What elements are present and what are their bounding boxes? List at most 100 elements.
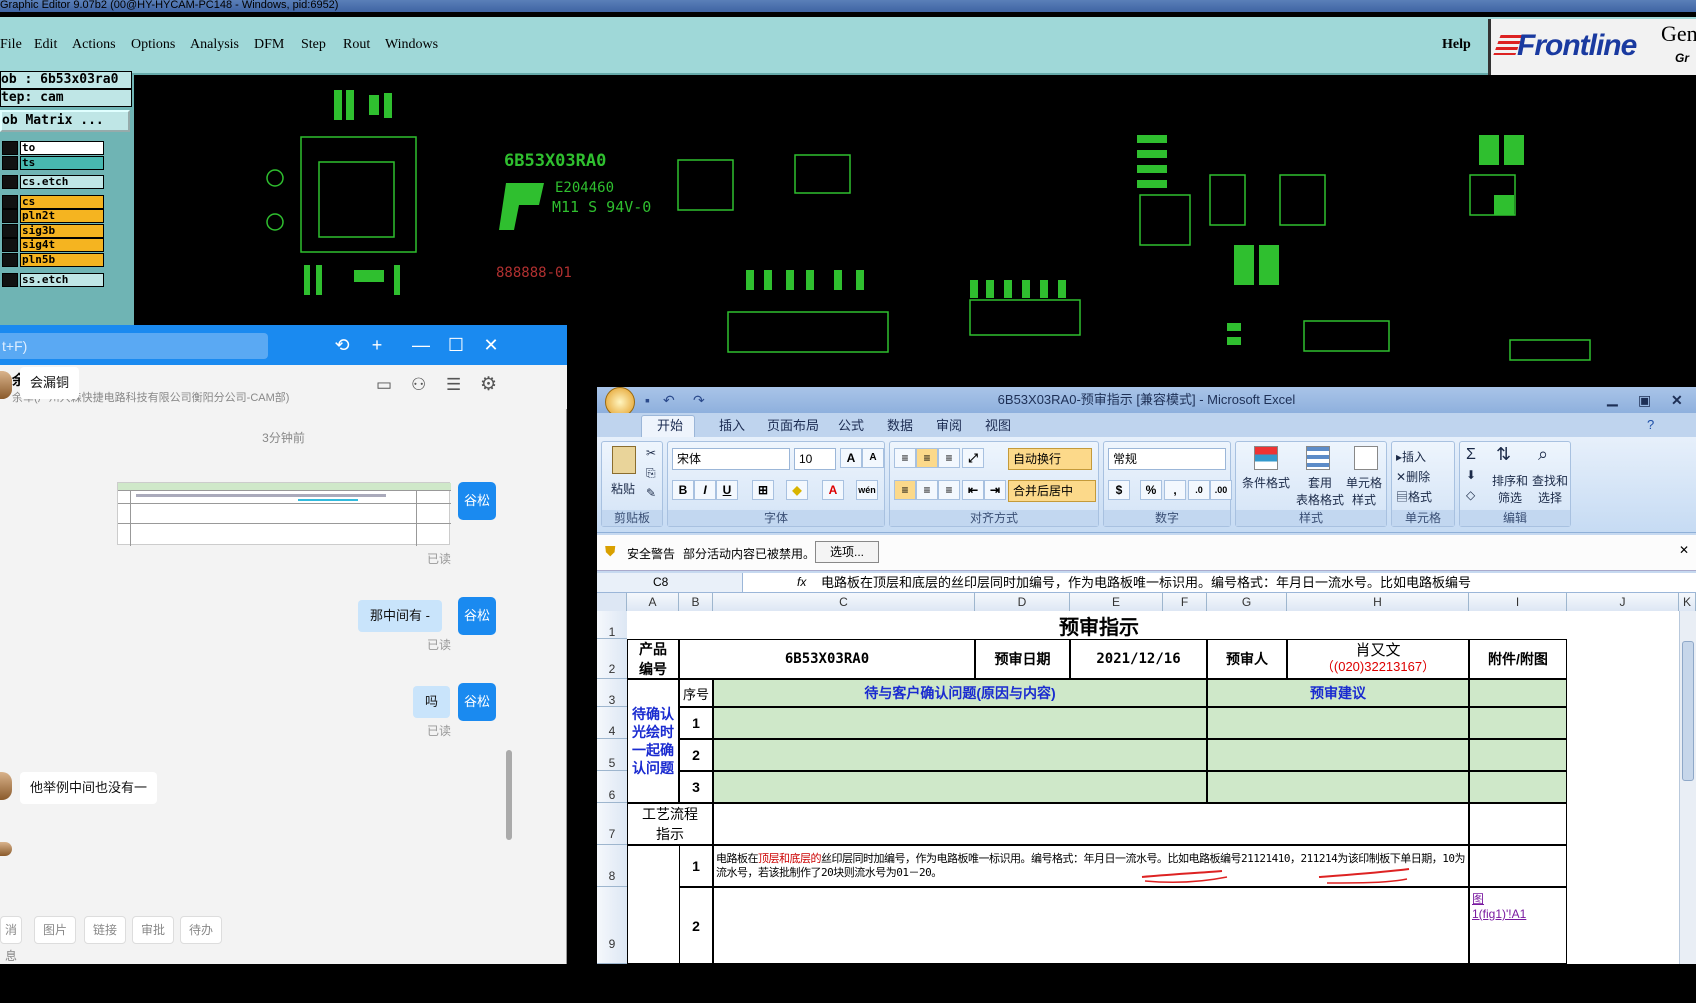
search-history-icon[interactable]: ☰ [446, 375, 461, 395]
menu-windows[interactable]: Windows [385, 37, 438, 53]
tab-home[interactable]: 开始 [657, 416, 683, 436]
my-avatar[interactable]: 谷松 [458, 597, 496, 635]
scroll-thumb[interactable] [1682, 641, 1694, 781]
close-icon[interactable]: ✕ [1671, 387, 1683, 413]
autosum-icon[interactable]: Σ [1466, 446, 1476, 464]
maximize-icon[interactable]: ☐ [441, 331, 471, 359]
fill-icon[interactable]: ⬇ [1466, 468, 1476, 482]
align-right-icon[interactable]: ≡ [938, 480, 960, 500]
close-warning-icon[interactable]: ✕ [1679, 543, 1689, 557]
layer-affected-toggle[interactable] [2, 156, 18, 170]
settings-icon[interactable]: ⚙ [480, 373, 497, 396]
chat-search-input[interactable]: t+F) [0, 333, 268, 359]
folder-icon[interactable]: ▭ [376, 375, 392, 395]
currency-icon[interactable]: $ [1108, 480, 1130, 500]
tab-view[interactable]: 视图 [985, 416, 1011, 436]
increase-decimal-icon[interactable]: .0 [1188, 480, 1210, 500]
conditional-format-button[interactable]: 条件格式 [1242, 474, 1290, 491]
layer-affected-toggle[interactable] [2, 209, 18, 223]
clear-icon[interactable]: ◇ [1466, 488, 1475, 502]
layer-affected-toggle[interactable] [2, 238, 18, 252]
toolbar-messages[interactable]: 消息 [0, 916, 22, 963]
layer-affected-toggle[interactable] [2, 224, 18, 238]
job-matrix-button[interactable]: ob Matrix ... [0, 110, 130, 132]
delete-cells-button[interactable]: ✕删除 [1396, 468, 1430, 485]
align-left-icon[interactable]: ≡ [894, 480, 916, 500]
layer-item[interactable]: ss.etch [20, 273, 104, 287]
minimize-icon[interactable]: — [406, 331, 436, 359]
font-size-select[interactable]: 10 [794, 448, 836, 470]
number-format-select[interactable]: 常规 [1108, 448, 1226, 470]
layer-affected-toggle[interactable] [2, 273, 18, 287]
add-icon[interactable]: + [362, 331, 392, 359]
decrease-indent-icon[interactable]: ⇤ [962, 480, 984, 500]
menu-rout[interactable]: Rout [343, 37, 370, 53]
insert-cells-button[interactable]: ▸插入 [1396, 448, 1426, 465]
copy-icon[interactable]: ⎘ [646, 466, 656, 481]
layer-item[interactable]: sig3b [20, 224, 104, 238]
layer-affected-toggle[interactable] [2, 175, 18, 189]
shrink-font-icon[interactable]: A [862, 448, 884, 468]
font-color-icon[interactable]: A [822, 480, 844, 500]
sort-filter-button[interactable]: 排序和 筛选 [1492, 472, 1528, 506]
history-icon[interactable]: ⟲ [327, 331, 357, 359]
format-painter-icon[interactable]: ✎ [646, 486, 656, 500]
menu-file[interactable]: File [0, 37, 22, 53]
toolbar-todo[interactable]: 待办 [180, 916, 222, 944]
menu-analysis[interactable]: Analysis [190, 37, 239, 53]
toolbar-links[interactable]: 链接 [84, 916, 126, 944]
tab-insert[interactable]: 插入 [719, 416, 745, 436]
bold-button[interactable]: B [672, 480, 694, 500]
decrease-decimal-icon[interactable]: .00 [1210, 480, 1232, 500]
tab-formulas[interactable]: 公式 [838, 416, 864, 436]
tab-data[interactable]: 数据 [887, 416, 913, 436]
screenshot-thumbnail[interactable] [117, 482, 451, 546]
name-box[interactable]: C8 [597, 573, 743, 592]
toolbar-images[interactable]: 图片 [34, 916, 76, 944]
layer-affected-toggle[interactable] [2, 141, 18, 155]
step-field[interactable]: tep: cam [0, 89, 132, 107]
border-icon[interactable]: ⊞ [752, 480, 774, 500]
add-member-icon[interactable]: ⚇ [411, 375, 426, 395]
increase-indent-icon[interactable]: ⇥ [984, 480, 1006, 500]
formula-input[interactable]: 电路板在顶层和底层的丝印层同时加编号，作为电路板唯一标识用。编号格式：年月日一流… [821, 573, 1681, 592]
cut-icon[interactable]: ✂ [646, 446, 656, 460]
menu-step[interactable]: Step [301, 37, 326, 53]
wrap-text-button[interactable]: 自动换行 [1008, 448, 1092, 470]
underline-button[interactable]: U [716, 480, 738, 500]
layer-item[interactable]: pln5b [20, 253, 104, 267]
merge-center-button[interactable]: 合并后居中 [1008, 480, 1096, 502]
toolbar-approval[interactable]: 审批 [132, 916, 174, 944]
job-field[interactable]: ob : 6b53x03ra0 [0, 71, 132, 89]
font-name-select[interactable]: 宋体 [672, 448, 790, 470]
orientation-icon[interactable]: ⤢ [962, 448, 984, 468]
phonetic-icon[interactable]: wén [856, 480, 878, 500]
layer-affected-toggle[interactable] [2, 253, 18, 267]
function-icon[interactable]: fx [797, 575, 806, 589]
layer-affected-toggle[interactable] [2, 195, 18, 209]
chat-scrollbar[interactable] [506, 750, 512, 840]
vertical-scrollbar[interactable] [1679, 611, 1696, 964]
help-icon[interactable]: ? [1647, 417, 1654, 432]
menu-edit[interactable]: Edit [34, 37, 57, 53]
comma-icon[interactable]: , [1164, 480, 1186, 500]
percent-icon[interactable]: % [1140, 480, 1162, 500]
cell-style-button[interactable]: 单元格 样式 [1346, 474, 1382, 508]
tab-review[interactable]: 审阅 [936, 416, 962, 436]
align-middle-icon[interactable]: ≡ [916, 448, 938, 468]
grow-font-icon[interactable]: A [840, 448, 862, 468]
layer-item[interactable]: sig4t [20, 238, 104, 252]
menu-dfm[interactable]: DFM [254, 37, 284, 53]
align-bottom-icon[interactable]: ≡ [938, 448, 960, 468]
minimize-icon[interactable]: ▁ [1607, 385, 1618, 411]
paste-button[interactable]: 粘贴 [611, 480, 635, 497]
menu-actions[interactable]: Actions [72, 37, 116, 53]
layer-item[interactable]: to [20, 141, 104, 155]
tab-page-layout[interactable]: 页面布局 [767, 416, 819, 436]
format-cells-button[interactable]: ▤格式 [1396, 488, 1432, 505]
my-avatar[interactable]: 谷松 [458, 683, 496, 721]
fill-color-icon[interactable]: ◆ [786, 480, 808, 500]
my-avatar[interactable]: 谷松 [458, 482, 496, 520]
layer-item[interactable]: cs.etch [20, 175, 104, 189]
italic-button[interactable]: I [694, 480, 716, 500]
